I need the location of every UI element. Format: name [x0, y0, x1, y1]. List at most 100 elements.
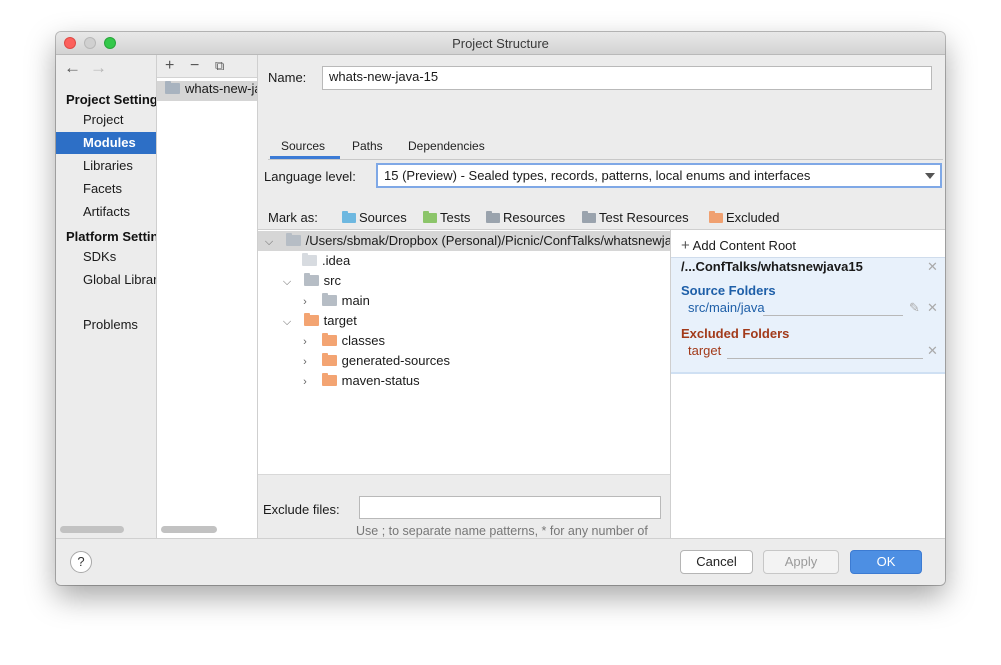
add-content-root-label: Add Content Root	[692, 238, 797, 253]
add-icon[interactable]: +	[165, 55, 174, 77]
tree-row-label: src	[323, 273, 341, 288]
tab-sources[interactable]: Sources	[281, 139, 325, 153]
tests-folder-icon	[423, 211, 437, 223]
title-bar: Project Structure	[56, 32, 945, 55]
mark-as-tests-button[interactable]: Tests	[423, 210, 470, 225]
close-icon[interactable]: ✕	[927, 259, 938, 275]
test-resources-folder-icon	[582, 211, 596, 223]
tree-row-classes[interactable]: › classes	[298, 331, 385, 351]
chevron-right-icon[interactable]: ›	[298, 292, 312, 312]
mark-excluded-label: Excluded	[726, 210, 780, 225]
chevron-right-icon[interactable]: ›	[298, 352, 312, 372]
module-list-item[interactable]: whats-new-java-15	[157, 81, 257, 101]
mark-tests-label: Tests	[440, 210, 471, 225]
language-level-label: Language level:	[264, 169, 356, 184]
close-icon[interactable]: ✕	[927, 300, 938, 316]
tree-row-label: maven-status	[341, 373, 420, 388]
excluded-folder-item[interactable]: target	[688, 343, 721, 358]
modules-toolbar: + − ⧉	[157, 55, 257, 78]
sidebar-item-problems[interactable]: Problems	[56, 314, 156, 336]
folder-icon	[321, 293, 337, 306]
excluded-folders-header: Excluded Folders	[681, 326, 790, 341]
remove-icon[interactable]: −	[190, 55, 199, 77]
tree-row-main[interactable]: › main	[298, 291, 370, 311]
modules-list-panel: + − ⧉ whats-new-java-15	[157, 55, 258, 538]
tree-root-label: /Users/sbmak/Dropbox (Personal)/Picnic/C…	[305, 233, 670, 248]
exclude-files-input[interactable]	[359, 496, 661, 519]
mark-resources-label: Resources	[503, 210, 566, 225]
chevron-right-icon[interactable]: ›	[298, 332, 312, 352]
tab-dependencies[interactable]: Dependencies	[408, 139, 485, 153]
content-root-card: /...ConfTalks/whatsnewjava15 ✕ Source Fo…	[671, 257, 945, 374]
mark-as-resources-button[interactable]: Resources	[486, 210, 565, 225]
tree-row-label: classes	[341, 333, 385, 348]
content-tree: ⌵ /Users/sbmak/Dropbox (Personal)/Picnic…	[258, 229, 671, 554]
language-level-value: 15 (Preview) - Sealed types, records, pa…	[384, 168, 811, 183]
excluded-folder-underline	[727, 358, 923, 359]
sidebar-item-sdks[interactable]: SDKs	[56, 246, 156, 268]
modules-scrollbar[interactable]	[161, 526, 217, 533]
close-icon[interactable]: ✕	[927, 343, 938, 359]
resources-folder-icon	[486, 211, 500, 223]
tree-row-target[interactable]: ⌵ target	[280, 311, 357, 331]
content-roots-panel: + Add Content Root /...ConfTalks/whatsne…	[671, 229, 945, 539]
project-settings-header: Project Settings	[66, 92, 156, 107]
folder-icon	[285, 233, 301, 246]
settings-sidebar: ← → Project Settings Project Modules Lib…	[56, 55, 157, 538]
chevron-right-icon[interactable]: ›	[298, 372, 312, 392]
name-label: Name:	[268, 70, 307, 85]
tree-row-src[interactable]: ⌵ src	[280, 271, 341, 291]
sidebar-item-facets[interactable]: Facets	[56, 178, 156, 200]
excluded-folder-icon	[303, 313, 319, 326]
add-content-root-button[interactable]: + Add Content Root	[681, 237, 796, 254]
tree-row-label: main	[341, 293, 370, 308]
window-title: Project Structure	[452, 36, 549, 51]
ok-button[interactable]: OK	[850, 550, 922, 574]
module-name-input[interactable]: whats-new-java-15	[322, 66, 932, 90]
edit-pencil-icon[interactable]: ✎	[909, 300, 920, 316]
tab-divider	[268, 159, 943, 160]
excluded-folder-icon	[321, 373, 337, 386]
sidebar-scrollbar[interactable]	[60, 526, 124, 533]
back-arrow-icon[interactable]: ←	[64, 58, 81, 78]
language-level-select[interactable]: 15 (Preview) - Sealed types, records, pa…	[376, 163, 942, 188]
excluded-folder-icon	[321, 353, 337, 366]
tab-paths[interactable]: Paths	[352, 139, 383, 153]
mark-as-excluded-button[interactable]: Excluded	[709, 210, 779, 225]
module-settings: Name: whats-new-java-15 Sources Paths De…	[258, 55, 945, 554]
exclude-files-label: Exclude files:	[263, 502, 340, 517]
forward-arrow-icon[interactable]: →	[90, 58, 107, 78]
apply-button[interactable]: Apply	[763, 550, 839, 574]
module-folder-icon	[165, 81, 180, 94]
chevron-down-icon[interactable]: ⌵	[262, 232, 276, 251]
sidebar-item-libraries[interactable]: Libraries	[56, 155, 156, 177]
add-icon: +	[681, 237, 690, 254]
chevron-down-icon[interactable]: ⌵	[280, 312, 294, 332]
tree-row-label: generated-sources	[341, 353, 451, 368]
module-label: whats-new-java-15	[185, 81, 257, 96]
sidebar-item-global-libraries[interactable]: Global Libraries	[56, 269, 156, 291]
sidebar-item-artifacts[interactable]: Artifacts	[56, 201, 156, 223]
copy-icon[interactable]: ⧉	[215, 55, 224, 77]
platform-settings-header: Platform Settings	[66, 229, 156, 244]
chevron-down-icon	[925, 173, 935, 179]
sidebar-item-project[interactable]: Project	[56, 109, 156, 131]
mark-as-sources-button[interactable]: Sources	[342, 210, 407, 225]
tree-row-label: target	[323, 313, 357, 328]
cancel-button[interactable]: Cancel	[680, 550, 753, 574]
project-structure-dialog: Project Structure ← → Project Settings P…	[56, 32, 945, 585]
tree-row-maven-status[interactable]: › maven-status	[298, 371, 420, 391]
excluded-folder-icon	[321, 333, 337, 346]
source-folder-item[interactable]: src/main/java	[688, 300, 765, 315]
tree-row-idea[interactable]: .idea	[302, 251, 350, 271]
chevron-down-icon[interactable]: ⌵	[280, 272, 294, 292]
mark-as-test-resources-button[interactable]: Test Resources	[582, 210, 689, 225]
help-button[interactable]: ?	[70, 551, 92, 573]
folder-icon	[302, 253, 317, 266]
folder-icon	[303, 273, 319, 286]
tree-row-generated-sources[interactable]: › generated-sources	[298, 351, 450, 371]
mark-as-label: Mark as:	[268, 210, 318, 225]
mark-sources-label: Sources	[359, 210, 407, 225]
tree-root-row[interactable]: ⌵ /Users/sbmak/Dropbox (Personal)/Picnic…	[258, 231, 670, 251]
sidebar-item-modules[interactable]: Modules	[56, 132, 156, 154]
